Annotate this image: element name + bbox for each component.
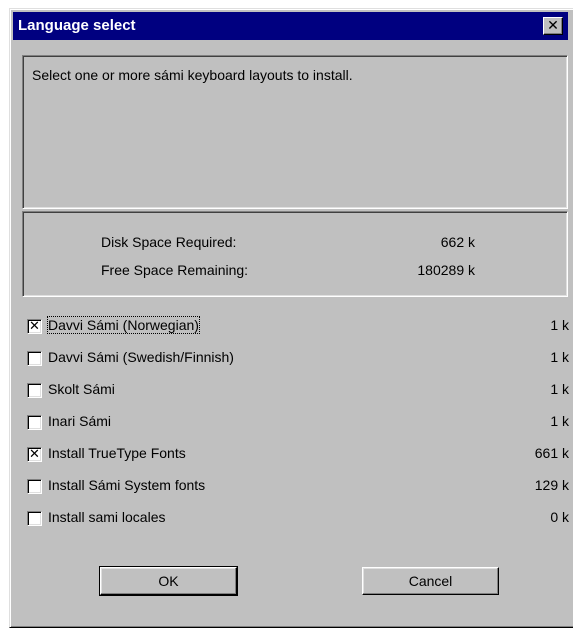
sami-locales-size: 0 k <box>550 509 569 525</box>
truetype-fonts-size: 661 k <box>534 445 569 461</box>
item-davvi-norwegian[interactable]: ✕ Davvi Sámi (Norwegian) 1 k <box>27 316 572 339</box>
skolt-sami-checkbox[interactable] <box>27 383 42 398</box>
item-truetype-fonts[interactable]: ✕ Install TrueType Fonts 661 k <box>27 445 572 467</box>
davvi-norwegian-size: 1 k <box>550 317 569 333</box>
item-sami-system-fonts[interactable]: Install Sámi System fonts 129 k <box>27 477 572 499</box>
disk-space-required-value: 662 k <box>440 234 475 250</box>
sami-locales-label[interactable]: Install sami locales <box>48 509 166 525</box>
title-bar[interactable]: Language select ✕ <box>13 12 568 40</box>
sami-locales-checkbox[interactable] <box>27 511 42 526</box>
item-skolt-sami[interactable]: Skolt Sámi 1 k <box>27 381 572 403</box>
free-space-label: Free Space Remaining: <box>101 262 249 278</box>
davvi-norwegian-label[interactable]: Davvi Sámi (Norwegian) <box>47 316 200 334</box>
davvi-swedish-finnish-size: 1 k <box>550 349 569 365</box>
check-icon: ✕ <box>29 318 40 333</box>
item-inari-sami[interactable]: Inari Sámi 1 k <box>27 413 572 435</box>
inari-sami-label[interactable]: Inari Sámi <box>48 413 111 429</box>
disk-space-required-label: Disk Space Required: <box>101 234 237 250</box>
inari-sami-checkbox[interactable] <box>27 415 42 430</box>
description-panel: Select one or more sámi keyboard layouts… <box>22 55 568 209</box>
description-text: Select one or more sámi keyboard layouts… <box>32 67 353 83</box>
truetype-fonts-checkbox[interactable]: ✕ <box>27 447 42 462</box>
davvi-swedish-finnish-checkbox[interactable] <box>27 351 42 366</box>
sami-system-fonts-checkbox[interactable] <box>27 479 42 494</box>
disk-space-required-row: Disk Space Required: 662 k <box>23 234 567 254</box>
davvi-swedish-finnish-label[interactable]: Davvi Sámi (Swedish/Finnish) <box>48 349 234 365</box>
free-space-row: Free Space Remaining: 180289 k <box>23 262 567 282</box>
free-space-value: 180289 k <box>417 262 475 278</box>
close-icon: ✕ <box>547 17 559 33</box>
sami-system-fonts-label[interactable]: Install Sámi System fonts <box>48 477 205 493</box>
skolt-sami-size: 1 k <box>550 381 569 397</box>
close-button[interactable]: ✕ <box>543 17 563 35</box>
item-sami-locales[interactable]: Install sami locales 0 k <box>27 509 572 531</box>
davvi-norwegian-checkbox[interactable]: ✕ <box>27 319 42 334</box>
language-select-dialog: Language select ✕ Select one or more sám… <box>9 8 573 628</box>
inari-sami-size: 1 k <box>550 413 569 429</box>
cancel-button[interactable]: Cancel <box>362 567 499 595</box>
truetype-fonts-label[interactable]: Install TrueType Fonts <box>48 445 186 461</box>
sami-system-fonts-size: 129 k <box>534 477 569 493</box>
ok-button[interactable]: OK <box>99 566 238 596</box>
check-icon: ✕ <box>29 446 40 461</box>
item-davvi-swedish-finnish[interactable]: Davvi Sámi (Swedish/Finnish) 1 k <box>27 349 572 371</box>
disk-space-panel: Disk Space Required: 662 k Free Space Re… <box>22 211 568 297</box>
window-title: Language select <box>18 17 136 34</box>
skolt-sami-label[interactable]: Skolt Sámi <box>48 381 115 397</box>
